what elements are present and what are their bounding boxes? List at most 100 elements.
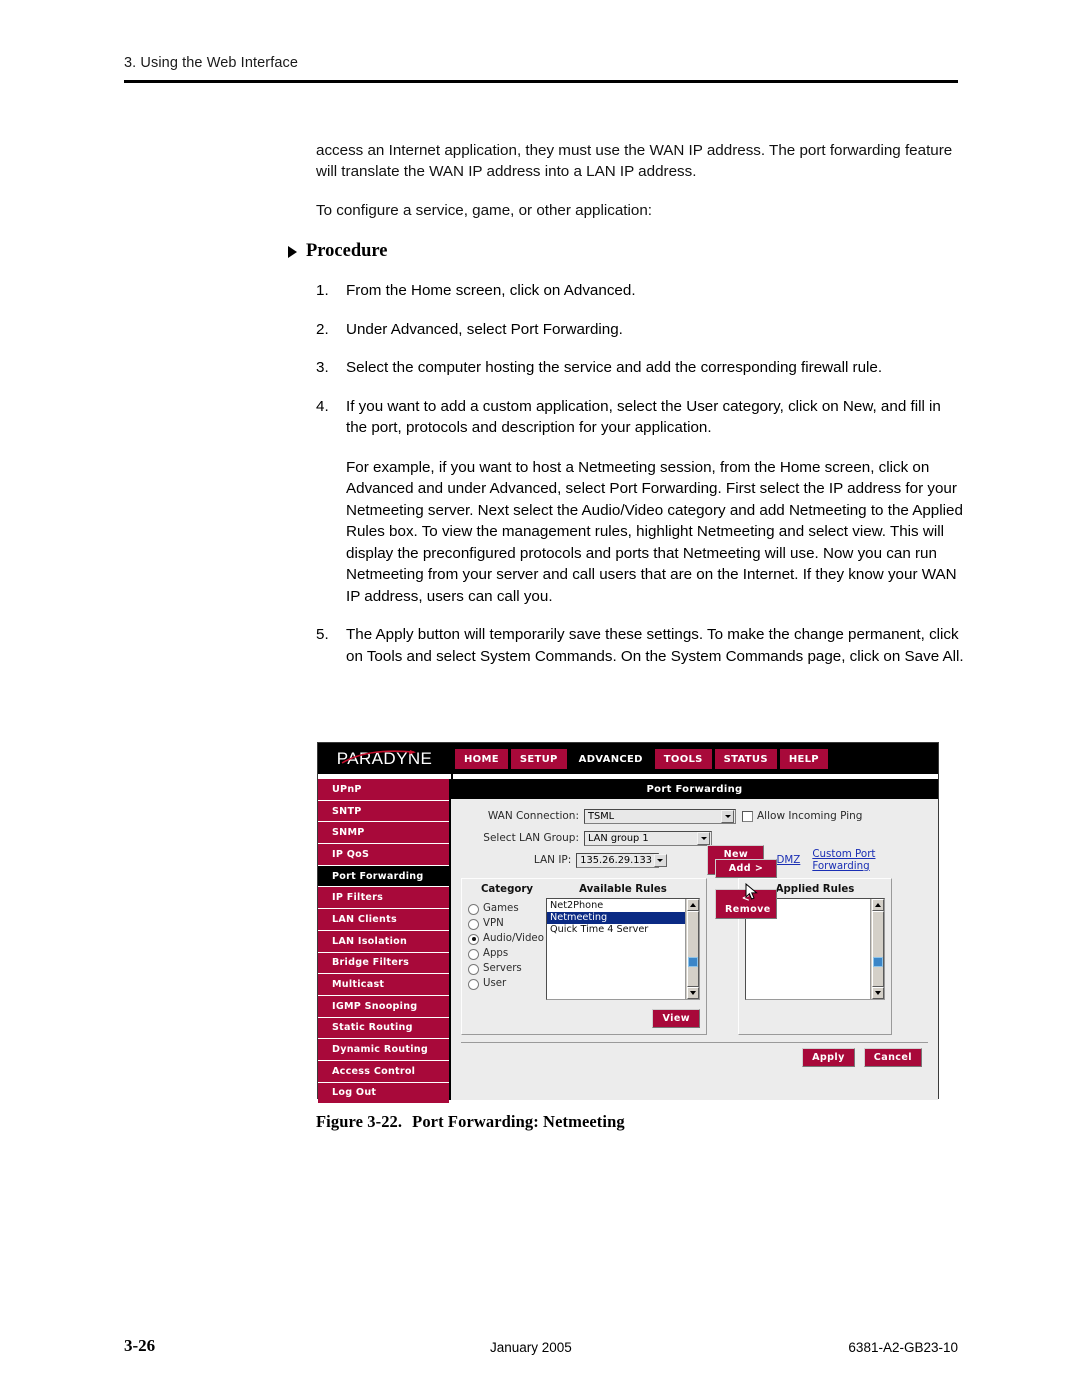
step-text: From the Home screen, click on Advanced. [346, 282, 636, 299]
procedure-step-list-cont: 5. The Apply button will temporarily sav… [316, 624, 964, 667]
pane-content: WAN Connection: TSML Allow Incoming Ping… [451, 799, 938, 1100]
screenshot-body: UPnP SNTP SNMP IP QoS Port Forwarding IP… [318, 779, 938, 1105]
triangle-bullet-icon [288, 245, 297, 258]
category-option-audio-video[interactable]: Audio/Video [468, 933, 546, 945]
dmz-link[interactable]: DMZ [776, 854, 800, 866]
intro-paragraph-2: To configure a service, game, or other a… [316, 202, 652, 219]
lan-ip-select[interactable]: 135.26.29.133 [576, 852, 667, 868]
header-rule [124, 80, 958, 83]
sidebar-item-port-forwarding[interactable]: Port Forwarding [318, 865, 449, 888]
lan-group-value: LAN group 1 [588, 832, 649, 844]
lan-group-select[interactable]: LAN group 1 [584, 830, 712, 846]
category-option-vpn[interactable]: VPN [468, 918, 546, 930]
list-item: 3. Select the computer hosting the servi… [316, 357, 964, 379]
add-rule-button[interactable]: Add > [715, 859, 777, 878]
lan-ip-value: 135.26.29.133 [580, 854, 652, 866]
tab-setup[interactable]: SETUP [510, 748, 567, 769]
category-option-apps[interactable]: Apps [468, 948, 546, 960]
sidebar-item-log-out[interactable]: Log Out [318, 1082, 449, 1105]
scroll-up-icon[interactable] [686, 899, 699, 911]
sidebar-item-bridge-filters[interactable]: Bridge Filters [318, 952, 449, 975]
sidebar-item-static-routing[interactable]: Static Routing [318, 1017, 449, 1040]
step-text: Select the computer hosting the service … [346, 359, 883, 376]
footer-document-number: 6381-A2-GB23-10 [848, 1340, 958, 1355]
scrollbar-thumb[interactable] [686, 911, 699, 987]
lan-ip-row: LAN IP: 135.26.29.133 New IP DMZ Custom … [461, 845, 928, 875]
scroll-down-icon[interactable] [871, 987, 884, 999]
applied-rules-scrollbar[interactable] [870, 899, 884, 999]
tab-advanced[interactable]: ADVANCED [569, 748, 652, 769]
screenshot-header: PARADYNE HOME SETUP ADVANCED TOOLS STATU… [318, 743, 938, 774]
category-label: User [483, 978, 507, 989]
figure-caption: Figure 3-22. Port Forwarding: Netmeeting [316, 1112, 625, 1132]
wan-connection-select[interactable]: TSML [584, 808, 736, 824]
intro-paragraph-1: access an Internet application, they mus… [316, 142, 953, 180]
sidebar-item-lan-clients[interactable]: LAN Clients [318, 909, 449, 931]
sidebar-item-access-control[interactable]: Access Control [318, 1060, 449, 1083]
footer-date: January 2005 [490, 1340, 572, 1355]
scroll-up-icon[interactable] [871, 899, 884, 911]
radio-icon[interactable] [468, 978, 479, 990]
body-column: access an Internet application, they mus… [288, 140, 964, 684]
list-item-selected[interactable]: Netmeeting [547, 912, 685, 924]
sidebar-item-upnp[interactable]: UPnP [318, 779, 449, 801]
step-number: 5. [316, 626, 329, 643]
scrollbar-track[interactable] [871, 911, 884, 987]
radio-icon[interactable] [468, 918, 479, 930]
category-label: Apps [483, 948, 509, 959]
sidebar-item-multicast[interactable]: Multicast [318, 974, 449, 996]
action-buttons: Apply Cancel [461, 1043, 928, 1073]
scroll-down-icon[interactable] [686, 987, 699, 999]
procedure-heading-label: Procedure [306, 241, 388, 261]
sidebar-item-snmp[interactable]: SNMP [318, 822, 449, 845]
scrollbar-marker-icon [687, 957, 698, 967]
sidebar-item-lan-isolation[interactable]: LAN Isolation [318, 930, 449, 953]
apply-button[interactable]: Apply [802, 1048, 855, 1067]
scrollbar-track[interactable] [686, 911, 699, 987]
remove-rule-button[interactable]: < Remove [715, 889, 777, 919]
radio-icon[interactable] [468, 948, 479, 960]
tab-status[interactable]: STATUS [714, 748, 777, 769]
category-option-user[interactable]: User [468, 978, 546, 990]
category-option-games[interactable]: Games [468, 903, 546, 915]
category-label: VPN [483, 918, 504, 929]
allow-incoming-ping-label: Allow Incoming Ping [757, 810, 863, 822]
main-pane: Port Forwarding WAN Connection: TSML All… [451, 779, 938, 1100]
sidebar-item-ip-filters[interactable]: IP Filters [318, 887, 449, 910]
category-header: Category [480, 884, 534, 895]
allow-incoming-ping-field[interactable]: Allow Incoming Ping [742, 810, 862, 822]
radio-icon-selected[interactable] [468, 933, 479, 945]
custom-port-forwarding-link[interactable]: Custom Port Forwarding [812, 848, 928, 872]
radio-icon[interactable] [468, 963, 479, 975]
available-rules-header: Available Rules [579, 884, 667, 895]
sidebar-item-dynamic-routing[interactable]: Dynamic Routing [318, 1039, 449, 1061]
sidebar-menu: UPnP SNTP SNMP IP QoS Port Forwarding IP… [318, 779, 451, 1105]
sidebar-item-igmp-snooping[interactable]: IGMP Snooping [318, 995, 449, 1018]
category-label: Audio/Video [483, 933, 544, 944]
radio-icon[interactable] [468, 903, 479, 915]
scrollbar-thumb[interactable] [871, 911, 884, 987]
tab-tools[interactable]: TOOLS [654, 748, 712, 769]
running-head: 3. Using the Web Interface [124, 55, 299, 71]
sidebar-item-sntp[interactable]: SNTP [318, 800, 449, 823]
category-radio-group: Games VPN Audio/Video Apps Servers User [468, 898, 546, 1000]
available-rules-listbox[interactable]: Net2Phone Netmeeting Quick Time 4 Server [546, 898, 700, 1000]
left-panel-columns: Games VPN Audio/Video Apps Servers User … [468, 898, 700, 1000]
lan-group-label: Select LAN Group: [483, 832, 579, 844]
tab-help[interactable]: HELP [779, 748, 828, 769]
sidebar-item-ip-qos[interactable]: IP QoS [318, 844, 449, 866]
list-item[interactable]: Net2Phone [547, 900, 685, 912]
list-item: 2. Under Advanced, select Port Forwardin… [316, 319, 964, 341]
example-paragraph: For example, if you want to host a Netme… [346, 458, 963, 605]
lan-ip-label: LAN IP: [533, 854, 572, 866]
step-number: 2. [316, 320, 329, 338]
allow-incoming-ping-checkbox[interactable] [742, 810, 753, 822]
list-item[interactable]: Quick Time 4 Server [547, 924, 685, 936]
category-option-servers[interactable]: Servers [468, 963, 546, 975]
step-number: 4. [316, 397, 329, 415]
tab-home[interactable]: HOME [455, 748, 508, 769]
view-button[interactable]: View [652, 1009, 700, 1028]
cancel-button[interactable]: Cancel [863, 1048, 922, 1067]
available-rules-scrollbar[interactable] [685, 899, 699, 999]
step-text: If you want to add a custom application,… [346, 397, 941, 437]
